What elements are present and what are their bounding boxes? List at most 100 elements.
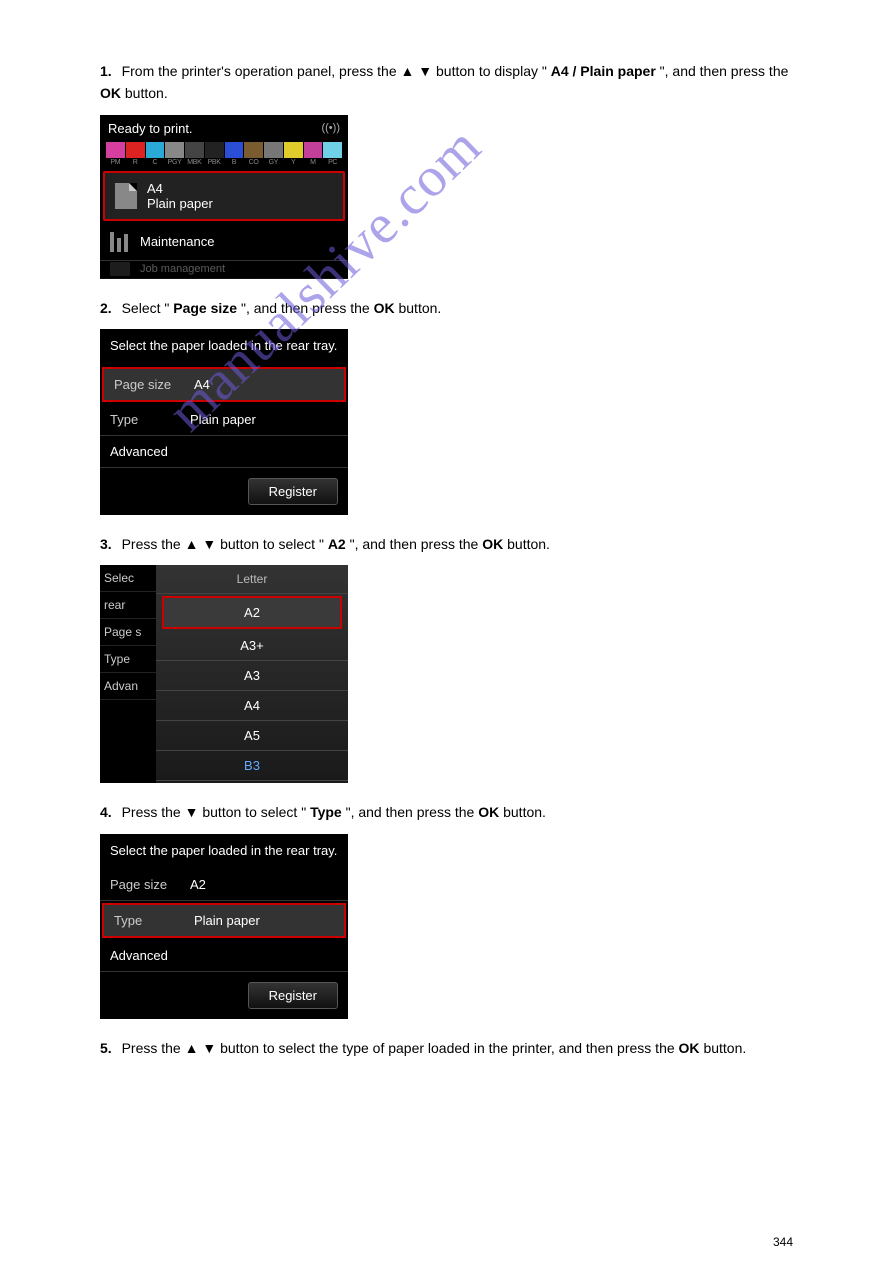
size-picker-screen: SelecrearPage sTypeAdvan LetterA2A3+A3A4…	[100, 565, 348, 783]
size-option-b3[interactable]: B3	[156, 751, 348, 781]
step1-text-after: ", and then press the	[660, 63, 789, 79]
maintenance-icon	[110, 232, 130, 252]
step-1: 1. From the printer's operation panel, p…	[100, 60, 793, 105]
step1-text-before: From the printer's operation panel, pres…	[122, 63, 401, 79]
picker-background-labels: SelecrearPage sTypeAdvan	[100, 565, 156, 783]
picker-options: LetterA2A3+A3A4A5B3	[156, 565, 348, 783]
ink-pgy: PGY	[165, 142, 184, 166]
step2-before: Select "	[122, 300, 170, 316]
page-size-value: A2	[190, 877, 206, 892]
step-number: 4.	[100, 804, 112, 820]
printer-home-screen: Ready to print. ((•)) PMRCPGYMBKPBKBCOGY…	[100, 115, 348, 279]
paper-type: Plain paper	[147, 196, 213, 211]
type-row[interactable]: Type Plain paper	[102, 903, 346, 938]
ink-c: C	[146, 142, 165, 166]
ink-m: M	[304, 142, 323, 166]
job-management-menu-item[interactable]: Job management	[100, 261, 348, 279]
size-option-letter[interactable]: Letter	[156, 565, 348, 594]
size-option-a3[interactable]: A3	[156, 661, 348, 691]
maintenance-menu-item[interactable]: Maintenance	[100, 224, 348, 261]
type-label: Type	[110, 412, 190, 427]
type-value: Plain paper	[194, 913, 260, 928]
arrow-down-icon: ▼	[202, 1040, 216, 1056]
step-2: 2. Select " Page size ", and then press …	[100, 297, 793, 319]
ok-label: OK	[679, 1040, 700, 1056]
paper-icon	[115, 183, 137, 209]
arrow-up-icon: ▲	[185, 1040, 199, 1056]
type-row[interactable]: Type Plain paper	[100, 404, 348, 436]
step5-before: Press the	[122, 1040, 185, 1056]
advanced-row[interactable]: Advanced	[100, 940, 348, 972]
ok-label: OK	[482, 536, 503, 552]
paper-menu-item[interactable]: A4 Plain paper	[103, 171, 345, 221]
screen1-title: Ready to print.	[108, 121, 193, 136]
step1-end: button.	[125, 85, 168, 101]
advanced-row[interactable]: Advanced	[100, 436, 348, 468]
step2-after: ", and then press the	[241, 300, 374, 316]
screen1-header: Ready to print. ((•))	[100, 115, 348, 140]
ink-mbk: MBK	[185, 142, 204, 166]
step5-mid: button to select the type of paper loade…	[220, 1040, 678, 1056]
ink-pbk: PBK	[205, 142, 224, 166]
arrow-up-icon: ▲	[401, 63, 415, 79]
register-button[interactable]: Register	[248, 478, 338, 505]
maintenance-label: Maintenance	[140, 234, 214, 249]
step3-mid: button to select "	[220, 536, 324, 552]
step1-menu-item: A4 / Plain paper	[551, 63, 656, 79]
step4-before: Press the	[122, 804, 185, 820]
arrow-up-icon: ▲	[185, 536, 199, 552]
type-label: Type	[114, 913, 194, 928]
page-size-label: Page size	[114, 377, 194, 392]
step2-end: button.	[398, 300, 441, 316]
size-option-a2[interactable]: A2	[162, 596, 342, 629]
paper-size: A4	[147, 181, 213, 196]
step4-item: Type	[310, 804, 342, 820]
step-4: 4. Press the ▼ button to select " Type "…	[100, 801, 793, 823]
step-number: 2.	[100, 300, 112, 316]
ink-pc: PC	[323, 142, 342, 166]
job-mgmt-label: Job management	[140, 263, 225, 275]
page-size-row[interactable]: Page size A2	[100, 869, 348, 901]
page-size-value: A4	[194, 377, 210, 392]
step-number: 5.	[100, 1040, 112, 1056]
step4-after: ", and then press the	[346, 804, 479, 820]
size-option-a5[interactable]: A5	[156, 721, 348, 751]
screen2-prompt: Select the paper loaded in the rear tray…	[100, 329, 348, 365]
arrow-down-icon: ▼	[418, 63, 432, 79]
wifi-icon: ((•))	[321, 122, 340, 134]
page-size-label: Page size	[110, 877, 190, 892]
step4-mid: button to select "	[202, 804, 306, 820]
button-bar: Register	[100, 468, 348, 515]
ink-co: CO	[244, 142, 263, 166]
paper-settings-screen-1: Select the paper loaded in the rear tray…	[100, 329, 348, 515]
ok-label: OK	[100, 85, 121, 101]
ink-r: R	[126, 142, 145, 166]
page-number: 344	[773, 1235, 793, 1249]
button-bar: Register	[100, 972, 348, 1019]
ok-label: OK	[374, 300, 395, 316]
step3-after: ", and then press the	[350, 536, 483, 552]
arrow-down-icon: ▼	[202, 536, 216, 552]
ink-gy: GY	[264, 142, 283, 166]
paper-settings-screen-2: Select the paper loaded in the rear tray…	[100, 834, 348, 1020]
advanced-label: Advanced	[110, 444, 168, 459]
advanced-label: Advanced	[110, 948, 168, 963]
page-size-row[interactable]: Page size A4	[102, 367, 346, 402]
ink-pm: PM	[106, 142, 125, 166]
ink-b: B	[225, 142, 244, 166]
size-option-a4[interactable]: A4	[156, 691, 348, 721]
job-mgmt-icon	[110, 262, 130, 276]
step-3: 3. Press the ▲ ▼ button to select " A2 "…	[100, 533, 793, 555]
step3-before: Press the	[122, 536, 185, 552]
ink-y: Y	[284, 142, 303, 166]
step2-item: Page size	[173, 300, 237, 316]
screen4-prompt: Select the paper loaded in the rear tray…	[100, 834, 348, 870]
arrow-down-icon: ▼	[185, 804, 199, 820]
size-option-a3plus[interactable]: A3+	[156, 631, 348, 661]
step1-text-mid: button to display "	[436, 63, 547, 79]
step-5: 5. Press the ▲ ▼ button to select the ty…	[100, 1037, 793, 1059]
ink-levels: PMRCPGYMBKPBKBCOGYYMPC	[100, 140, 348, 168]
register-button[interactable]: Register	[248, 982, 338, 1009]
step3-item: A2	[328, 536, 346, 552]
type-value: Plain paper	[190, 412, 256, 427]
